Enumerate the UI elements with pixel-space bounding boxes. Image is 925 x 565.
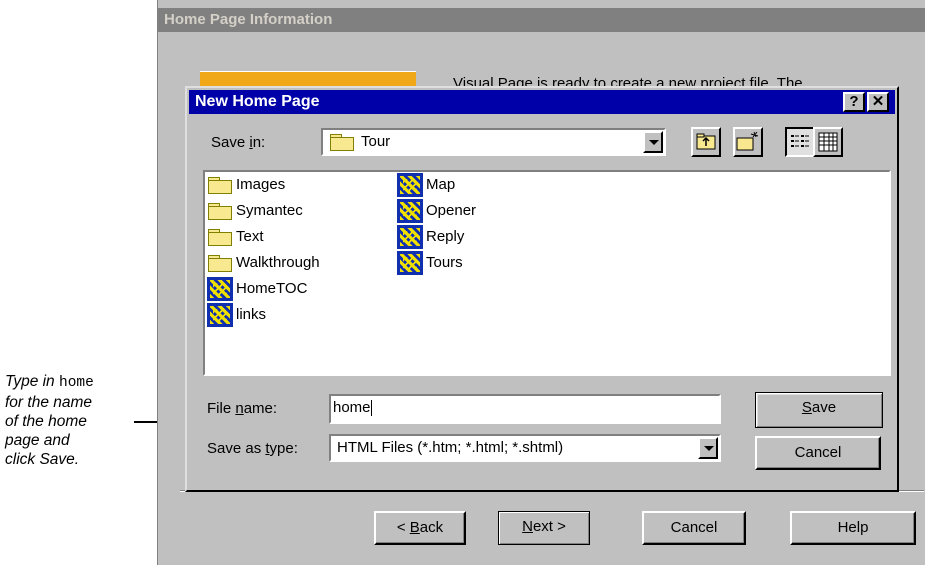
save-mnemonic: S bbox=[801, 399, 812, 416]
list-item[interactable]: Opener bbox=[397, 198, 476, 224]
file-name-label: File name: bbox=[207, 400, 277, 417]
file-name-label-mnemonic: n bbox=[235, 400, 244, 417]
list-item[interactable]: Walkthrough bbox=[207, 250, 320, 276]
callout-line5: click Save. bbox=[5, 451, 80, 468]
file-name-label-prefix: File bbox=[207, 400, 236, 417]
dialog-title: New Home Page bbox=[195, 93, 320, 110]
next-mnemonic: N bbox=[522, 518, 533, 535]
save-as-type-select[interactable]: HTML Files (*.htm; *.html; *.shtml) bbox=[329, 434, 721, 462]
file-list[interactable]: Images Symantec Text Walkthrough HomeTOC… bbox=[203, 170, 891, 376]
list-item-label: Tours bbox=[426, 254, 463, 271]
list-item-label: Map bbox=[426, 176, 456, 193]
list-item[interactable]: Text bbox=[207, 224, 264, 250]
list-item[interactable]: HomeTOC bbox=[207, 276, 307, 302]
back-button[interactable]: < Back bbox=[374, 511, 466, 545]
list-item[interactable]: Reply bbox=[397, 224, 464, 250]
new-home-page-dialog: New Home Page ? ✕ Save in: Tour Images S… bbox=[185, 86, 899, 492]
cancel-button[interactable]: Cancel bbox=[755, 436, 881, 470]
folder-open-icon bbox=[329, 133, 355, 151]
up-one-level-icon[interactable] bbox=[691, 127, 721, 157]
page-file-icon bbox=[397, 173, 423, 198]
help-button[interactable]: Help bbox=[790, 511, 916, 545]
list-item-label: Images bbox=[236, 176, 286, 193]
list-item-label: HomeTOC bbox=[236, 280, 308, 297]
callout-text: Type in home for the name of the home pa… bbox=[5, 372, 145, 469]
save-as-type-label: Save as type: bbox=[207, 440, 298, 457]
callout-code: home bbox=[59, 375, 94, 391]
back-rest: ack bbox=[419, 519, 444, 536]
file-name-label-rest: ame: bbox=[243, 400, 278, 417]
back-prefix: < bbox=[396, 519, 410, 536]
save-in-select[interactable]: Tour bbox=[321, 128, 666, 156]
page-file-icon bbox=[207, 277, 233, 302]
callout-line3: of the home bbox=[5, 413, 87, 430]
save-rest: ave bbox=[811, 399, 837, 416]
list-item-label: links bbox=[236, 306, 267, 323]
page-file-icon bbox=[397, 225, 423, 250]
list-item-label: Text bbox=[236, 228, 264, 245]
help-icon[interactable]: ? bbox=[843, 92, 865, 112]
next-rest: ext > bbox=[532, 518, 566, 535]
save-as-type-label-prefix: Save as bbox=[207, 440, 266, 457]
list-item[interactable]: Map bbox=[397, 172, 455, 198]
list-item[interactable]: Images bbox=[207, 172, 285, 198]
list-item-label: Symantec bbox=[236, 202, 303, 219]
callout-line2: for the name bbox=[5, 394, 93, 411]
folder-icon bbox=[207, 228, 233, 247]
wizard-title: Home Page Information bbox=[158, 8, 925, 32]
dialog-title-bar: New Home Page bbox=[189, 90, 895, 114]
back-mnemonic: B bbox=[409, 519, 420, 536]
save-in-label-rest: n: bbox=[252, 134, 266, 151]
list-item-label: Reply bbox=[426, 228, 465, 245]
chevron-down-icon[interactable] bbox=[643, 131, 663, 153]
close-icon[interactable]: ✕ bbox=[867, 92, 889, 112]
folder-icon bbox=[207, 202, 233, 221]
callout-line4: page and bbox=[5, 432, 70, 449]
file-name-value: home bbox=[333, 399, 371, 416]
list-item[interactable]: links bbox=[207, 302, 266, 328]
list-view-icon[interactable] bbox=[785, 127, 815, 157]
save-in-value: Tour bbox=[361, 133, 391, 150]
save-as-type-label-rest: ype: bbox=[269, 440, 298, 457]
text-cursor bbox=[370, 400, 372, 417]
save-as-type-value: HTML Files (*.htm; *.html; *.shtml) bbox=[337, 439, 564, 456]
new-folder-icon[interactable] bbox=[733, 127, 763, 157]
page-file-icon bbox=[397, 251, 423, 276]
save-in-label-prefix: Save bbox=[211, 134, 250, 151]
list-item[interactable]: Tours bbox=[397, 250, 463, 276]
chevron-down-icon[interactable] bbox=[698, 437, 718, 459]
page-file-icon bbox=[207, 303, 233, 328]
callout-line1: Type in bbox=[5, 373, 55, 390]
list-item-label: Opener bbox=[426, 202, 477, 219]
save-button[interactable]: Save bbox=[755, 392, 883, 428]
details-view-icon[interactable] bbox=[813, 127, 843, 157]
file-name-input[interactable]: home bbox=[329, 394, 721, 424]
next-button[interactable]: Next > bbox=[498, 511, 590, 545]
page-file-icon bbox=[397, 199, 423, 224]
wizard-cancel-button[interactable]: Cancel bbox=[642, 511, 746, 545]
list-item-label: Walkthrough bbox=[236, 254, 320, 271]
folder-icon bbox=[207, 254, 233, 273]
list-item[interactable]: Symantec bbox=[207, 198, 303, 224]
save-in-label: Save in: bbox=[211, 134, 265, 151]
folder-icon bbox=[207, 176, 233, 195]
